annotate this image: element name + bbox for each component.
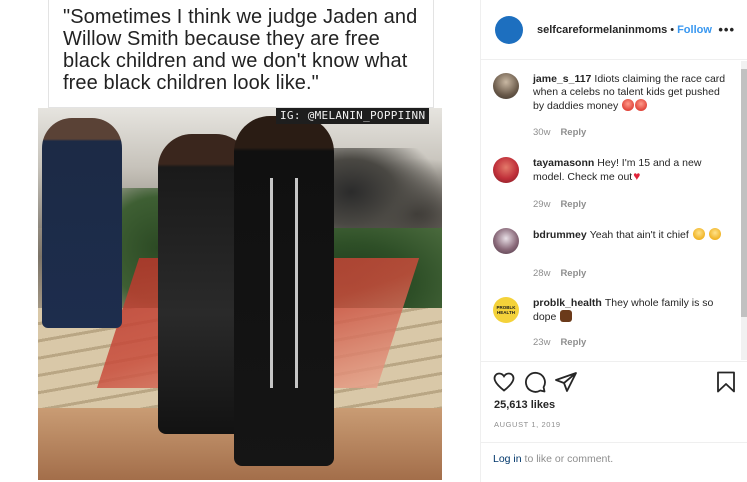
like-count[interactable]: 25,613 likes: [494, 399, 555, 411]
post-photo[interactable]: IG: @MELANIN_POPPIINN: [38, 108, 442, 480]
login-prompt: Log in to like or comment.: [481, 442, 747, 482]
angry-face-icon: [622, 99, 635, 111]
comment-text: tayamasonn Hey! I'm 15 and a new model. C…: [533, 157, 728, 184]
reply-button[interactable]: Reply: [560, 127, 586, 138]
post-media: "Sometimes I think we judge Jaden and Wi…: [0, 0, 480, 482]
commenter-username[interactable]: tayamasonn: [533, 157, 594, 169]
angry-face-icon: [635, 99, 648, 111]
more-options-icon[interactable]: •••: [718, 22, 735, 37]
post-header: selfcareformelaninmoms • Follow •••: [481, 0, 747, 60]
commenter-username[interactable]: problk_health: [533, 297, 602, 309]
follow-button[interactable]: Follow: [677, 24, 712, 36]
comment-time: 30w: [533, 127, 551, 138]
header-separator: •: [670, 23, 675, 36]
heart-icon: ♥: [633, 169, 641, 183]
commenter-avatar[interactable]: [493, 157, 519, 183]
laughing-face-icon: [708, 228, 721, 240]
post-actions: 25,613 likes AUGUST 1, 2019 Log in to li…: [481, 361, 747, 482]
author-avatar[interactable]: [495, 15, 523, 44]
photo-watermark: IG: @MELANIN_POPPIINN: [276, 108, 430, 124]
photo-person-suit: [42, 118, 122, 328]
commenter-avatar[interactable]: [493, 228, 519, 254]
reply-button[interactable]: Reply: [560, 199, 586, 210]
comment-text: jame_s_117 Idiots claiming the race card …: [533, 73, 728, 113]
comment-time: 29w: [533, 199, 551, 210]
like-heart-icon[interactable]: [492, 370, 516, 394]
login-prompt-text: to like or comment.: [521, 453, 614, 465]
post-date: AUGUST 1, 2019: [494, 420, 561, 429]
commenter-username[interactable]: jame_s_117: [533, 73, 591, 85]
comment-meta: 29w Reply: [533, 199, 586, 210]
comment-meta: 23w Reply: [533, 337, 586, 348]
bookmark-icon[interactable]: [714, 370, 738, 394]
comment-icon[interactable]: [523, 370, 547, 394]
share-icon[interactable]: [554, 370, 578, 394]
reply-button[interactable]: Reply: [560, 337, 586, 348]
comments-scrollbar[interactable]: [741, 61, 747, 360]
post-panel: selfcareformelaninmoms • Follow ••• jame…: [480, 0, 747, 482]
author-username[interactable]: selfcareformelaninmoms: [537, 24, 667, 36]
comment-time: 23w: [533, 337, 551, 348]
comment-text: problk_health They whole family is so dop…: [533, 297, 728, 324]
scrollbar-thumb[interactable]: [741, 69, 747, 317]
comment-body: Yeah that ain't it chief: [589, 229, 689, 241]
comment-meta: 30w Reply: [533, 127, 586, 138]
comment-meta: 28w Reply: [533, 268, 586, 279]
commenter-avatar[interactable]: [493, 73, 519, 99]
commenter-avatar[interactable]: PROBLK HEALTH: [493, 297, 519, 323]
laughing-face-icon: [692, 228, 705, 240]
photo-jacket-lapels: [270, 178, 298, 388]
quote-card: "Sometimes I think we judge Jaden and Wi…: [48, 0, 434, 108]
comment-time: 28w: [533, 268, 551, 279]
commenter-username[interactable]: bdrummey: [533, 229, 587, 241]
commenter-avatar-logo: PROBLK HEALTH: [496, 305, 516, 315]
reply-button[interactable]: Reply: [560, 268, 586, 279]
comments-list[interactable]: jame_s_117 Idiots claiming the race card …: [481, 61, 747, 360]
raised-fist-icon: [560, 310, 573, 322]
quote-text: "Sometimes I think we judge Jaden and Wi…: [63, 6, 418, 94]
comment-text: bdrummey Yeah that ain't it chief: [533, 228, 728, 242]
login-link[interactable]: Log in: [493, 453, 522, 465]
